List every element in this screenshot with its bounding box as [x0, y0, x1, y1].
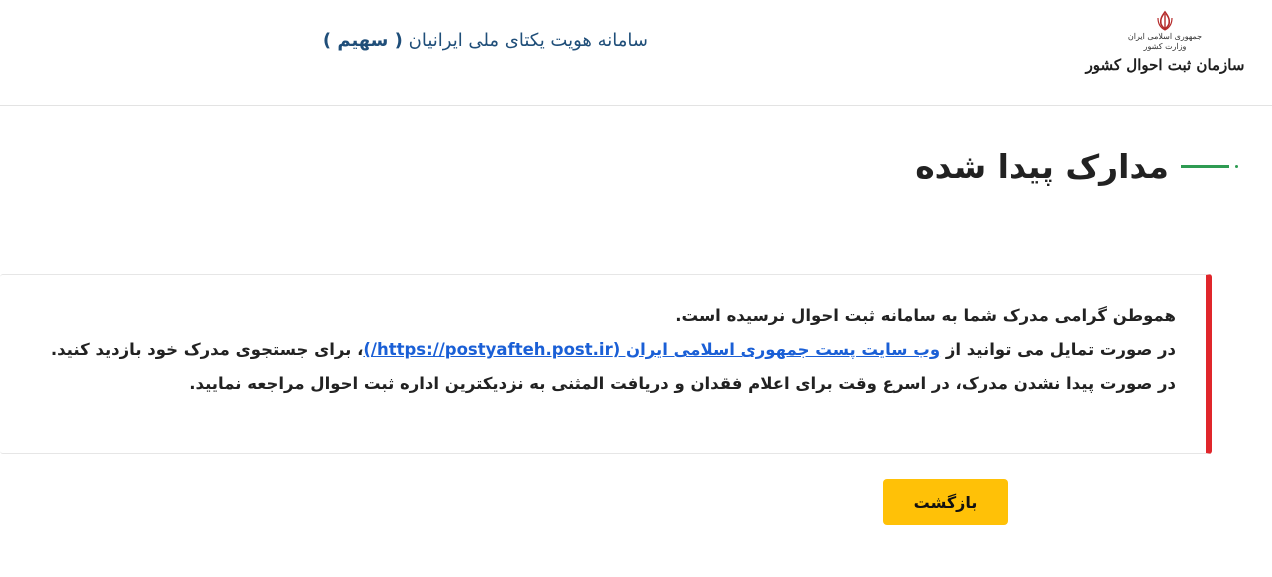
back-button[interactable]: بازگشت [883, 479, 1008, 525]
site-title-prefix: سامانه هویت یکتای ملی ایرانیان [408, 30, 648, 51]
organization-logo[interactable]: جمهوری اسلامی ایران وزارت کشور سازمان ثب… [1086, 10, 1244, 76]
page-title: مدارک پیدا شده [915, 146, 1169, 186]
iran-emblem-icon [1157, 10, 1173, 31]
site-header: جمهوری اسلامی ایران وزارت کشور سازمان ثب… [0, 0, 1272, 106]
heading-dot-decoration [1235, 164, 1238, 168]
alert-line-1: هموطن گرامی مدرک شما به سامانه ثبت احوال… [675, 306, 1176, 325]
site-title: سامانه هویت یکتای ملی ایرانیان ( سهیم ) [323, 28, 648, 54]
site-title-brand: ( سهیم ) [322, 30, 403, 51]
logo-sub-line-1: جمهوری اسلامی ایران [1127, 32, 1203, 41]
alert-line-3: در صورت پیدا نشدن مدرک، در اسرع وقت برای… [189, 374, 1176, 393]
logo-sub-line-2: وزارت کشور [1143, 42, 1187, 51]
logo-org-name: سازمان ثبت احوال کشور [1085, 56, 1245, 74]
alert-line-2-after: ، برای جستجوی مدرک خود بازدید کنید. [50, 340, 364, 359]
page-heading: مدارک پیدا شده [915, 140, 1238, 192]
post-website-link[interactable]: وب سایت پست جمهوری اسلامی ایران (https:/… [363, 340, 940, 359]
alert-line-2: در صورت تمایل می توانید از وب سایت پست ج… [20, 333, 1176, 367]
heading-dash-decoration [1181, 164, 1229, 168]
not-found-alert: هموطن گرامی مدرک شما به سامانه ثبت احوال… [0, 274, 1212, 454]
alert-line-2-before: در صورت تمایل می توانید از [940, 340, 1176, 359]
